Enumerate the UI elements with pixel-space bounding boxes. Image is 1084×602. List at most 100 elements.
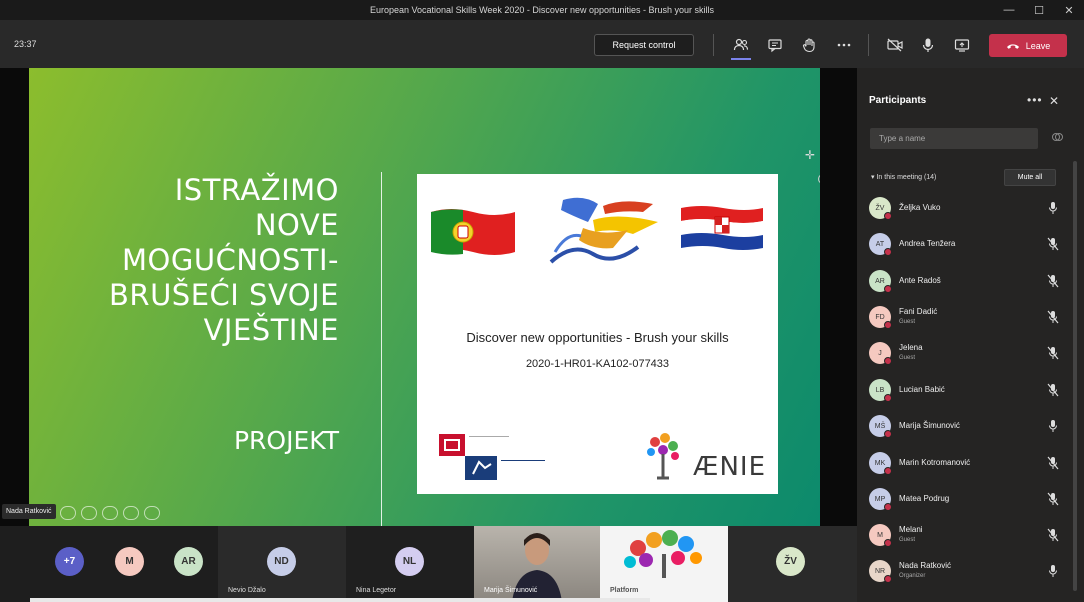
participant-row[interactable]: MP Matea Podrug — [869, 484, 1059, 518]
avatar[interactable]: AR — [174, 547, 203, 576]
presence-status-icon — [884, 285, 892, 293]
microphone-muted-icon[interactable] — [1047, 346, 1059, 360]
croatia-flag-icon — [681, 206, 763, 250]
project-code: 2020-1-HR01-KA102-077433 — [525, 358, 670, 370]
video-tile-camera[interactable]: Marija Šimunović — [474, 526, 600, 602]
video-tile-shared[interactable]: Platform — [600, 526, 728, 602]
pen-tool-icon[interactable] — [60, 506, 76, 520]
microphone-muted-icon[interactable] — [1047, 492, 1059, 506]
share-invite-icon[interactable] — [1051, 131, 1063, 143]
microphone-muted-icon[interactable] — [1047, 528, 1059, 542]
in-meeting-section-header[interactable]: ▾ In this meeting (14) — [871, 173, 936, 181]
highlighter-tool-icon[interactable] — [81, 506, 97, 520]
slide-title-line: VJEŠTINE — [203, 313, 339, 347]
tile-name: Marija Šimunović — [484, 587, 538, 594]
participant-row[interactable]: MK Marin Kotromanović — [869, 448, 1059, 482]
plus-icon[interactable]: ✛ — [805, 148, 815, 162]
copy-tool-icon[interactable] — [102, 506, 118, 520]
presence-status-icon — [884, 248, 892, 256]
video-tile[interactable]: NL Nina Legetor — [346, 526, 474, 602]
slide-add-icon[interactable] — [818, 174, 820, 184]
close-window-button[interactable]: ✕ — [1054, 0, 1084, 20]
participant-row[interactable]: MŠ Marija Šimunović — [869, 411, 1059, 445]
participant-role: Guest — [899, 355, 916, 361]
presence-status-icon — [884, 212, 892, 220]
microphone-muted-icon[interactable] — [1047, 383, 1059, 397]
leave-label: Leave — [1025, 40, 1051, 51]
share-tray-icon[interactable] — [952, 35, 972, 55]
meeting-toolbar: 23:37 Request control Leave — [0, 20, 1084, 68]
discover-tree-icon — [624, 530, 702, 578]
county-logo-icon — [465, 456, 497, 480]
participant-row[interactable]: M Melani Guest — [869, 520, 1059, 554]
video-tile[interactable]: ŽV — [728, 526, 857, 602]
presence-status-icon — [884, 467, 892, 475]
card-title: Discover new opportunities - Brush your … — [466, 330, 729, 345]
camera-off-icon[interactable] — [885, 35, 905, 55]
presence-status-icon — [884, 357, 892, 365]
screen-edge-bar — [30, 598, 650, 602]
microphone-muted-icon[interactable] — [1047, 237, 1059, 251]
participant-row[interactable]: LB Lucian Babić — [869, 375, 1059, 409]
close-panel-icon[interactable]: ✕ — [1049, 94, 1059, 108]
active-tab-indicator — [731, 58, 751, 60]
raise-hand-icon[interactable] — [799, 35, 819, 55]
slide-title-line: NOVE — [254, 208, 339, 242]
presence-status-icon — [884, 539, 892, 547]
slide-title-line: MOGUĆNOSTI- — [122, 243, 339, 277]
overflow-tile[interactable]: +7 M AR — [0, 526, 218, 602]
minimize-button[interactable]: — — [994, 0, 1024, 20]
avatar[interactable]: M — [115, 547, 144, 576]
participant-row[interactable]: J Jelena Guest — [869, 338, 1059, 372]
chat-icon[interactable] — [765, 35, 785, 55]
tile-name: Nevio Džalo — [228, 587, 266, 594]
aenie-logo: ÆNIE — [693, 452, 766, 482]
participants-icon[interactable] — [731, 35, 751, 55]
mute-all-button[interactable]: Mute all — [1004, 169, 1056, 186]
participant-row[interactable]: NR Nada Ratković Organizer — [869, 556, 1059, 590]
maximize-button[interactable]: ☐ — [1024, 0, 1054, 20]
participant-name: Lucian Babić — [899, 385, 945, 394]
leave-button[interactable]: Leave — [989, 34, 1067, 57]
overflow-count[interactable]: +7 — [55, 547, 84, 576]
school-logo-icon — [439, 434, 465, 456]
participant-row[interactable]: AR Ante Radoš — [869, 266, 1059, 300]
runner-logo-icon — [549, 197, 658, 264]
microphone-icon[interactable] — [1047, 564, 1059, 578]
more-actions-icon[interactable] — [834, 35, 854, 55]
in-meeting-count: In this meeting (14) — [876, 174, 937, 181]
microphone-muted-icon[interactable] — [1047, 310, 1059, 324]
participants-panel: Participants ••• ✕ Type a name ▾ In this… — [857, 68, 1084, 602]
slide-title: ISTRAŽIMO NOVE MOGUĆNOSTI- BRUŠEĆI SVOJE… — [109, 173, 339, 348]
participant-name: Matea Podrug — [899, 494, 950, 503]
toolbar-divider — [868, 34, 869, 56]
panel-scrollbar[interactable] — [1073, 161, 1077, 591]
participant-search-input[interactable]: Type a name — [870, 128, 1038, 149]
microphone-icon[interactable] — [918, 35, 938, 55]
request-control-button[interactable]: Request control — [594, 34, 694, 56]
toolbar-divider — [713, 34, 714, 56]
participant-name: Ante Radoš — [899, 276, 941, 285]
microphone-icon[interactable] — [1047, 419, 1059, 433]
participant-name: Marija Šimunović — [899, 421, 960, 430]
more-tools-icon[interactable] — [144, 506, 160, 520]
participant-row[interactable]: FD Fani Dadić Guest — [869, 302, 1059, 336]
participant-row[interactable]: AT Andrea Tenžera — [869, 229, 1059, 263]
panel-more-icon[interactable]: ••• — [1027, 93, 1043, 107]
participant-row[interactable]: ŽV Željka Vuko — [869, 193, 1059, 227]
video-gallery-strip: +7 M AR ND Nevio Džalo NL Nina Legetor M… — [0, 526, 857, 602]
annotation-toolbar — [60, 506, 160, 520]
panel-title: Participants — [869, 95, 927, 106]
video-tile[interactable]: ND Nevio Džalo — [218, 526, 346, 602]
tile-name: Platform — [610, 587, 639, 594]
participant-role: Guest — [899, 537, 916, 543]
microphone-icon[interactable] — [1047, 201, 1059, 215]
avatar: ND — [267, 547, 296, 576]
avatar: NL — [395, 547, 424, 576]
microphone-muted-icon[interactable] — [1047, 456, 1059, 470]
meeting-timer: 23:37 — [14, 39, 37, 49]
zoom-tool-icon[interactable] — [123, 506, 139, 520]
microphone-muted-icon[interactable] — [1047, 274, 1059, 288]
school-logo-text — [469, 436, 509, 450]
shared-screen-stage: ISTRAŽIMO NOVE MOGUĆNOSTI- BRUŠEĆI SVOJE… — [0, 68, 857, 526]
